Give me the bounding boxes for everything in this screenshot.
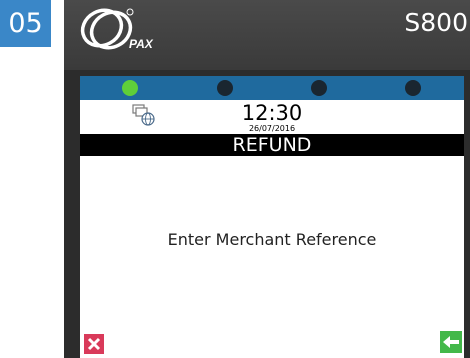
- status-led: [122, 80, 138, 96]
- clock-date: 26/07/2016: [248, 124, 296, 133]
- cancel-x-icon: [87, 337, 101, 351]
- screen-title: REFUND: [80, 134, 464, 156]
- clock-time: 12:30: [241, 101, 303, 125]
- input-prompt: Enter Merchant Reference: [167, 230, 377, 249]
- terminal-header: PAX S800: [64, 0, 470, 70]
- status-led-bar: [80, 76, 464, 100]
- step-number-badge: 05: [0, 0, 51, 47]
- status-row: 12:30 26/07/2016: [80, 100, 464, 134]
- status-led: [311, 80, 327, 96]
- enter-arrow-icon: [443, 336, 459, 348]
- terminal-screen: 12:30 26/07/2016 REFUND Enter Merchant R…: [80, 76, 464, 358]
- status-led: [217, 80, 233, 96]
- brand-name: PAX: [129, 37, 154, 51]
- model-label: S800: [404, 8, 468, 37]
- enter-button[interactable]: [440, 331, 462, 353]
- status-led: [405, 80, 421, 96]
- pax-logo: PAX: [80, 8, 154, 51]
- cancel-button[interactable]: [84, 334, 104, 354]
